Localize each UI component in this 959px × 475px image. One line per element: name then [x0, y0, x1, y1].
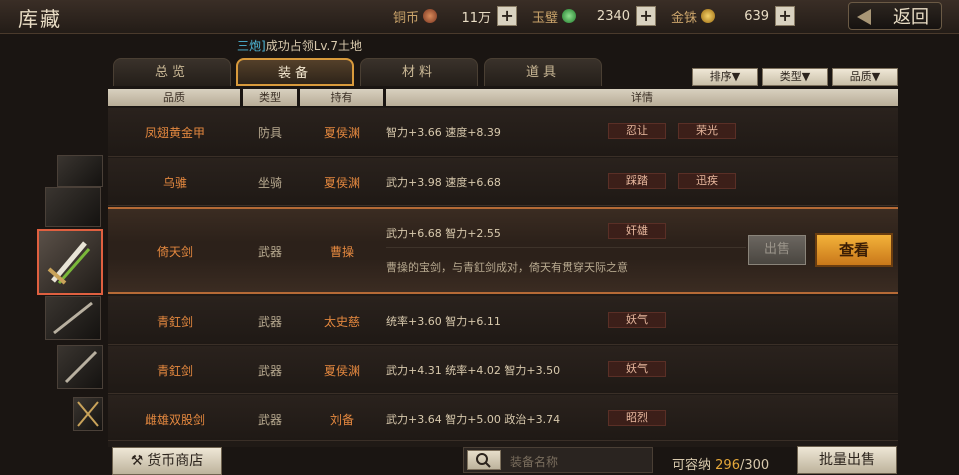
- item-stats: 武力+3.98 速度+6.68: [386, 176, 501, 189]
- trait-badge: 妖气: [608, 361, 666, 377]
- row-divider: [386, 247, 746, 248]
- top-bar: 库藏 铜币 11万 + 玉璧 2340 + 金铢 639 + 返回: [0, 0, 959, 34]
- item-stats: 武力+4.31 统率+4.02 智力+3.50: [386, 364, 561, 377]
- currency-jade: 玉璧 2340 +: [532, 4, 657, 28]
- item-description: 曹操的宝剑，与青釭剑成对，倚天有贯穿天际之意: [386, 261, 628, 274]
- back-button[interactable]: 返回: [848, 2, 942, 30]
- trait-badge: 忍让: [608, 123, 666, 139]
- table-row[interactable]: 雌雄双股剑 武器 刘备 武力+3.64 智力+5.00 政治+3.74 昭烈: [108, 395, 898, 441]
- horse-thumbnail[interactable]: [45, 187, 101, 227]
- jade-value: 2340: [596, 8, 631, 24]
- table-row[interactable]: 青釭剑 武器 太史慈 统率+3.60 智力+6.11 妖气: [108, 296, 898, 345]
- currency-shop-label: 货币商店: [147, 453, 204, 469]
- item-type: 坐骑: [257, 176, 282, 190]
- sword-icon: [64, 350, 98, 384]
- add-gold-button[interactable]: +: [775, 6, 796, 26]
- item-name: 倚天剑: [156, 245, 193, 259]
- item-type: 防具: [257, 126, 282, 140]
- page-title: 库藏: [18, 7, 62, 31]
- gold-label: 金铢: [671, 10, 698, 26]
- capacity-current: 296: [715, 458, 740, 473]
- item-type: 武器: [257, 364, 282, 378]
- trait-badge: 妖气: [608, 312, 666, 328]
- notice-tag: 三炮]: [237, 39, 266, 53]
- item-name: 青釭剑: [156, 364, 193, 378]
- search-field[interactable]: 装备名称: [463, 447, 653, 473]
- column-header-type: 类型: [243, 89, 297, 106]
- jade-label: 玉璧: [532, 10, 559, 26]
- copper-label: 铜币: [393, 10, 420, 26]
- tab-items[interactable]: 道具: [484, 58, 602, 86]
- tab-overview[interactable]: 总览: [113, 58, 231, 86]
- item-name: 青釭剑: [156, 315, 193, 329]
- capacity-indicator: 可容纳 296/300: [672, 454, 769, 473]
- sort-quality-button[interactable]: 品质▼: [832, 68, 898, 86]
- tab-materials[interactable]: 材料: [360, 58, 478, 86]
- sword-thumbnail[interactable]: [57, 345, 103, 389]
- item-owner: 夏侯渊: [323, 364, 360, 378]
- item-name: 雌雄双股剑: [144, 413, 205, 427]
- sword-icon: [47, 241, 91, 285]
- item-stats: 武力+3.64 智力+5.00 政治+3.74: [386, 413, 561, 426]
- item-stats: 智力+3.66 速度+8.39: [386, 126, 501, 139]
- sell-button[interactable]: 出售: [748, 235, 806, 265]
- item-owner: 夏侯渊: [323, 126, 360, 140]
- gold-coin-icon: [701, 9, 716, 23]
- item-owner: 曹操: [329, 245, 354, 259]
- table-row[interactable]: 青釭剑 武器 夏侯渊 武力+4.31 统率+4.02 智力+3.50 妖气: [108, 346, 898, 394]
- column-header-details: 详情: [386, 89, 898, 106]
- table-row[interactable]: 乌骓 坐骑 夏侯渊 武力+3.98 速度+6.68 踩踏 迅疾: [108, 158, 898, 206]
- sword-icon: [53, 301, 93, 335]
- currency-gold: 金铢 639 +: [671, 4, 796, 28]
- search-icon[interactable]: [467, 450, 501, 470]
- trait-badge: 昭烈: [608, 410, 666, 426]
- view-button[interactable]: 查看: [815, 233, 893, 267]
- sort-order-button[interactable]: 排序▼: [692, 68, 758, 86]
- gold-value: 639: [744, 8, 770, 24]
- item-type: 武器: [257, 245, 282, 259]
- item-type: 武器: [257, 413, 282, 427]
- add-jade-button[interactable]: +: [636, 6, 657, 26]
- item-stats: 统率+3.60 智力+6.11: [386, 315, 501, 328]
- twin-swords-icon: [77, 401, 99, 427]
- bulk-sell-button[interactable]: 批量出售: [797, 446, 897, 474]
- notice-message: 三炮]成功占领Lv.7土地: [237, 37, 362, 54]
- search-placeholder: 装备名称: [510, 455, 559, 469]
- sword-thumbnail[interactable]: [45, 296, 101, 340]
- trait-badge: 奸雄: [608, 223, 666, 239]
- tab-equipment[interactable]: 装备: [236, 58, 354, 86]
- back-label: 返回: [893, 7, 929, 28]
- column-header-owner: 持有: [300, 89, 383, 106]
- sort-type-button[interactable]: 类型▼: [762, 68, 828, 86]
- twin-swords-thumbnail[interactable]: [73, 397, 103, 431]
- table-row[interactable]: 凤翅黄金甲 防具 夏侯渊 智力+3.66 速度+8.39 忍让 荣光: [108, 108, 898, 157]
- item-stats: 武力+6.68 智力+2.55: [386, 227, 501, 240]
- item-name: 凤翅黄金甲: [144, 126, 205, 140]
- jade-coin-icon: [562, 9, 577, 23]
- armor-thumbnail[interactable]: [57, 155, 103, 187]
- copper-coin-icon: [423, 9, 438, 23]
- item-owner: 夏侯渊: [323, 176, 360, 190]
- copper-value: 11万: [461, 10, 492, 26]
- add-copper-button[interactable]: +: [497, 6, 518, 26]
- capacity-label: 可容纳: [672, 458, 712, 473]
- selected-sword-thumbnail[interactable]: [37, 229, 103, 295]
- hammer-icon: ⚒: [130, 453, 144, 469]
- trait-badge: 荣光: [678, 123, 736, 139]
- item-type: 武器: [257, 315, 282, 329]
- item-owner: 刘备: [329, 413, 354, 427]
- back-arrow-icon: [857, 9, 871, 25]
- column-header-quality: 品质: [108, 89, 240, 106]
- trait-badge: 踩踏: [608, 173, 666, 189]
- capacity-max: /300: [739, 458, 770, 473]
- notice-text: 成功占领Lv.7土地: [265, 39, 362, 53]
- currency-shop-button[interactable]: ⚒ 货币商店: [112, 447, 222, 475]
- item-name: 乌骓: [162, 176, 187, 190]
- trait-badge: 迅疾: [678, 173, 736, 189]
- item-owner: 太史慈: [323, 315, 360, 329]
- currency-copper: 铜币 11万 +: [393, 4, 518, 28]
